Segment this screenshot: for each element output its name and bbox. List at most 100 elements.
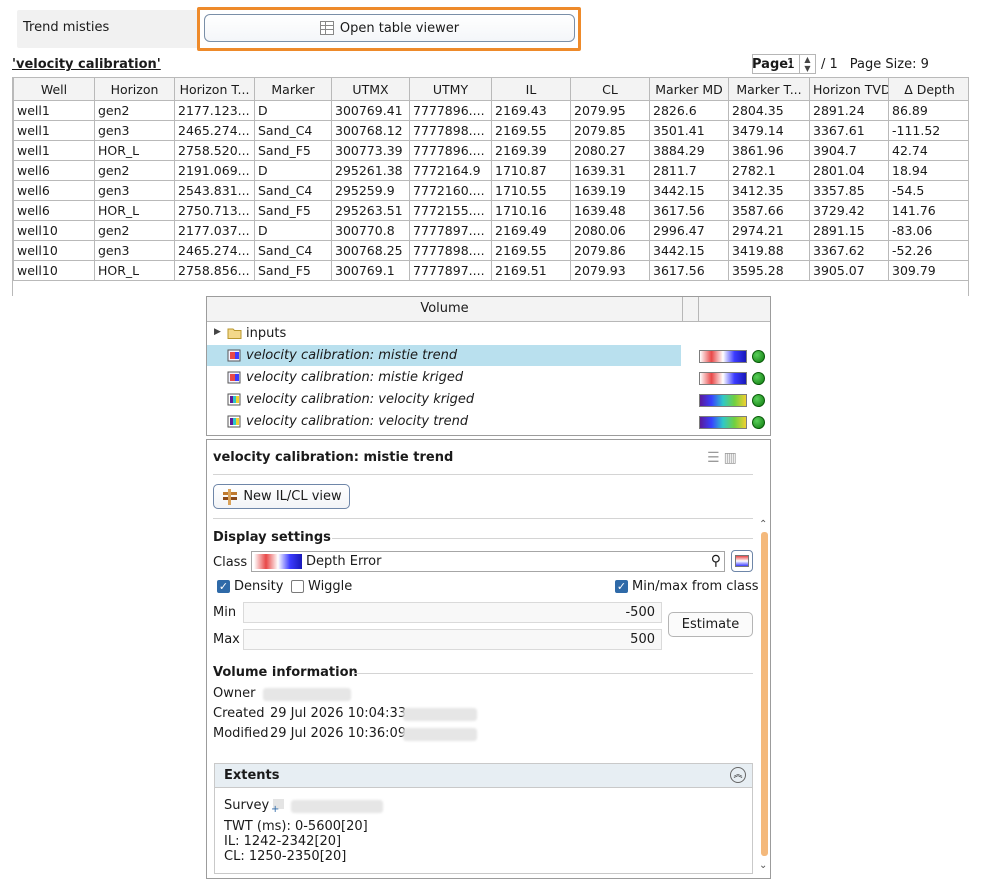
table-cell[interactable]: 295261.38: [331, 160, 410, 181]
table-cell[interactable]: 3442.15: [649, 180, 729, 201]
table-cell[interactable]: 2169.49: [491, 220, 571, 241]
table-cell[interactable]: 295263.51: [331, 200, 410, 221]
table-cell[interactable]: 7777897....: [409, 220, 492, 241]
table-cell[interactable]: 3501.41: [649, 120, 729, 141]
table-cell[interactable]: 2080.06: [570, 220, 650, 241]
table-cell[interactable]: gen3: [94, 240, 175, 261]
tree-item-mistie-trend[interactable]: velocity calibration: mistie trend: [207, 345, 770, 367]
table-cell[interactable]: 42.74: [888, 140, 968, 161]
table-cell[interactable]: 2169.43: [491, 100, 571, 121]
vertical-scrollbar[interactable]: [761, 532, 768, 856]
table-cell[interactable]: 3367.62: [809, 240, 889, 261]
table-cell[interactable]: 2169.55: [491, 240, 571, 261]
table-cell[interactable]: 3904.7: [809, 140, 889, 161]
minmax-from-class-checkbox[interactable]: ✓: [615, 580, 628, 593]
table-row[interactable]: well1 gen3 2465.274... Sand_C4 300768.12 7777…: [13, 120, 968, 141]
table-row[interactable]: well6 gen2 2191.069... D 295261.38 7772164.9 1…: [13, 160, 968, 181]
search-icon[interactable]: ⚲: [711, 553, 721, 569]
table-cell[interactable]: D: [254, 160, 332, 181]
table-cell[interactable]: 2974.21: [728, 220, 810, 241]
table-cell[interactable]: 295259.9: [331, 180, 410, 201]
volume-column-header[interactable]: Volume: [207, 297, 683, 321]
table-cell[interactable]: HOR_L: [94, 200, 175, 221]
table-cell[interactable]: well6: [13, 200, 95, 221]
table-row[interactable]: well6 HOR_L 2750.713... Sand_F5 295263.51 777…: [13, 200, 968, 221]
table-cell[interactable]: well10: [13, 260, 95, 281]
table-cell[interactable]: 2079.93: [570, 260, 650, 281]
table-cell[interactable]: 2079.85: [570, 120, 650, 141]
table-cell[interactable]: Sand_C4: [254, 120, 332, 141]
table-cell[interactable]: 1639.31: [570, 160, 650, 181]
column-header[interactable]: Marker T...: [728, 77, 810, 101]
table-cell[interactable]: 1710.16: [491, 200, 571, 221]
table-cell[interactable]: Sand_F5: [254, 140, 332, 161]
table-cell[interactable]: -52.26: [888, 240, 968, 261]
wiggle-checkbox[interactable]: [291, 580, 304, 593]
table-cell[interactable]: 3357.85: [809, 180, 889, 201]
table-row[interactable]: well10 HOR_L 2758.856... Sand_F5 300769.1 777…: [13, 260, 968, 281]
table-cell[interactable]: -54.5: [888, 180, 968, 201]
table-cell[interactable]: 2758.856...: [174, 260, 255, 281]
table-cell[interactable]: 3884.29: [649, 140, 729, 161]
table-cell[interactable]: 300768.12: [331, 120, 410, 141]
max-field[interactable]: 500: [243, 629, 662, 650]
estimate-button[interactable]: Estimate: [668, 612, 753, 637]
table-row[interactable]: well1 gen2 2177.123... D 300769.41 7777896...…: [13, 100, 968, 121]
table-cell[interactable]: 300770.8: [331, 220, 410, 241]
tree-item-velocity-trend[interactable]: velocity calibration: velocity trend: [207, 411, 770, 433]
edit-class-button[interactable]: [731, 550, 753, 572]
columns-icon[interactable]: ▥: [724, 450, 741, 466]
table-cell[interactable]: 2826.6: [649, 100, 729, 121]
table-cell[interactable]: 18.94: [888, 160, 968, 181]
table-cell[interactable]: 2080.27: [570, 140, 650, 161]
table-cell[interactable]: 2996.47: [649, 220, 729, 241]
table-cell[interactable]: 1639.19: [570, 180, 650, 201]
table-cell[interactable]: well6: [13, 160, 95, 181]
tree-item-mistie-kriged[interactable]: velocity calibration: mistie kriged: [207, 367, 770, 389]
table-cell[interactable]: 2543.831...: [174, 180, 255, 201]
list-icon[interactable]: ☰: [707, 450, 724, 466]
table-cell[interactable]: 300768.25: [331, 240, 410, 261]
table-cell[interactable]: well1: [13, 100, 95, 121]
table-cell[interactable]: HOR_L: [94, 140, 175, 161]
column-header[interactable]: UTMX: [331, 77, 410, 101]
open-table-viewer-button[interactable]: Open table viewer: [204, 14, 575, 42]
table-cell[interactable]: 2891.15: [809, 220, 889, 241]
tree-folder-inputs[interactable]: ▶ inputs: [207, 323, 770, 345]
table-cell[interactable]: 2465.274...: [174, 240, 255, 261]
table-cell[interactable]: gen3: [94, 120, 175, 141]
table-cell[interactable]: well10: [13, 220, 95, 241]
expand-arrow-icon[interactable]: ▶: [214, 327, 221, 337]
table-cell[interactable]: 7777896....: [409, 140, 492, 161]
table-cell[interactable]: 3617.56: [649, 260, 729, 281]
scroll-down-icon[interactable]: ⌄: [759, 860, 767, 871]
table-cell[interactable]: 300769.1: [331, 260, 410, 281]
table-cell[interactable]: 2465.274...: [174, 120, 255, 141]
table-cell[interactable]: 2801.04: [809, 160, 889, 181]
table-cell[interactable]: 1639.48: [570, 200, 650, 221]
table-cell[interactable]: -83.06: [888, 220, 968, 241]
table-cell[interactable]: 2177.123...: [174, 100, 255, 121]
table-cell[interactable]: 2811.7: [649, 160, 729, 181]
table-cell[interactable]: 2891.24: [809, 100, 889, 121]
table-cell[interactable]: -111.52: [888, 120, 968, 141]
table-cell[interactable]: 2079.95: [570, 100, 650, 121]
table-cell[interactable]: 7777898....: [409, 120, 492, 141]
table-cell[interactable]: Sand_C4: [254, 240, 332, 261]
table-cell[interactable]: D: [254, 100, 332, 121]
table-cell[interactable]: Sand_F5: [254, 200, 332, 221]
table-cell[interactable]: 3367.61: [809, 120, 889, 141]
table-cell[interactable]: 7777898....: [409, 240, 492, 261]
table-cell[interactable]: 1710.55: [491, 180, 571, 201]
table-cell[interactable]: 3905.07: [809, 260, 889, 281]
table-row[interactable]: well10 gen3 2465.274... Sand_C4 300768.25 777…: [13, 240, 968, 261]
table-cell[interactable]: 2191.069...: [174, 160, 255, 181]
table-cell[interactable]: 7772164.9: [409, 160, 492, 181]
column-header[interactable]: Marker MD: [649, 77, 729, 101]
table-cell[interactable]: 3419.88: [728, 240, 810, 261]
table-row[interactable]: well1 HOR_L 2758.520... Sand_F5 300773.39 777…: [13, 140, 968, 161]
table-cell[interactable]: 300773.39: [331, 140, 410, 161]
column-header[interactable]: IL: [491, 77, 571, 101]
table-cell[interactable]: 2169.39: [491, 140, 571, 161]
table-cell[interactable]: well10: [13, 240, 95, 261]
